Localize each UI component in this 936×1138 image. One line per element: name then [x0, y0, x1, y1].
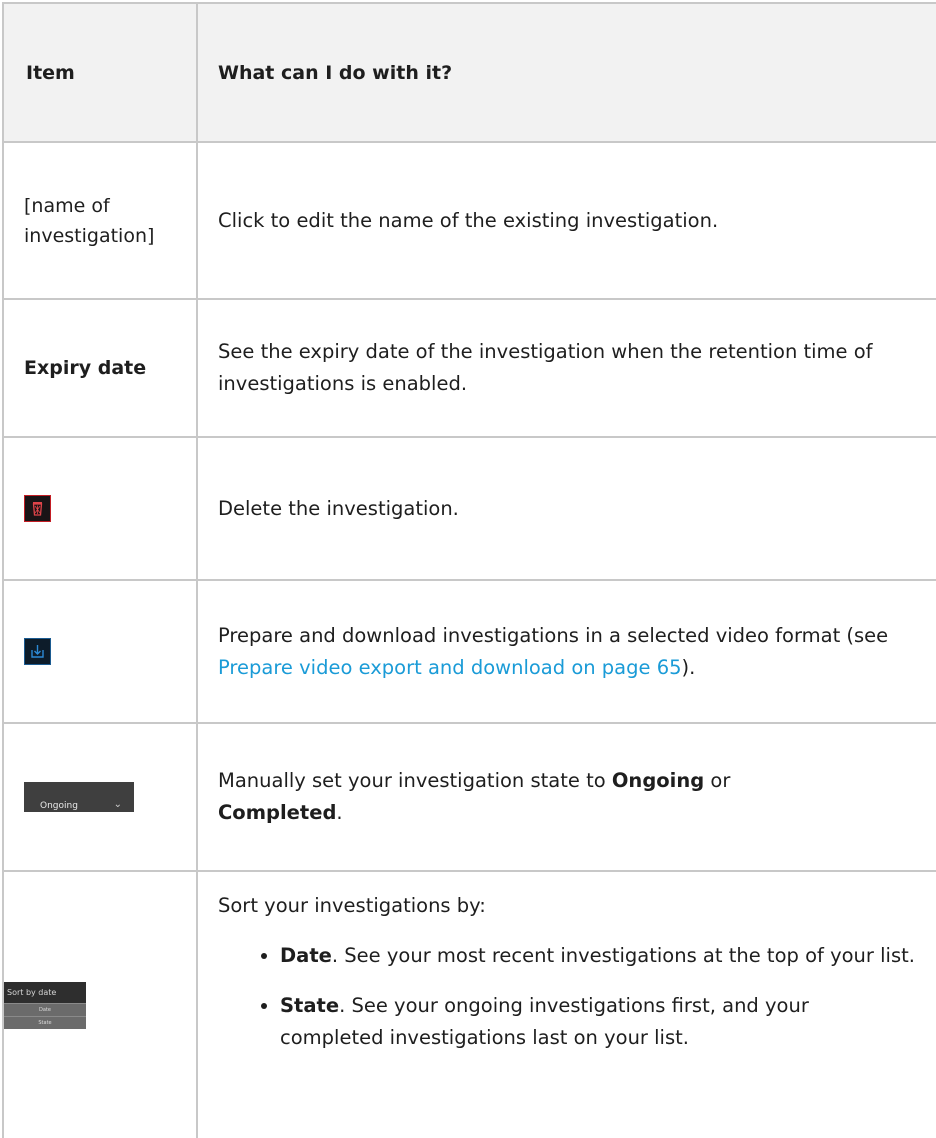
table-row: Expiry date See the expiry date of the i…	[2, 298, 936, 438]
column-header-description-label: What can I do with it?	[218, 61, 453, 84]
table-row: Delete the investigation.	[2, 436, 936, 581]
description-prefix: Prepare and download investigations in a…	[218, 623, 889, 647]
sort-option-date[interactable]: Date	[4, 1002, 86, 1016]
column-header-item-label: Item	[26, 61, 75, 84]
description-mid: or	[704, 769, 731, 792]
description-text: Click to edit the name of the existing i…	[218, 208, 719, 232]
state-dropdown-label: Ongoing	[40, 801, 78, 811]
description-text: Delete the investigation.	[218, 496, 459, 520]
table-row: Prepare and download investigations in a…	[2, 579, 936, 724]
table-cell-description: Sort your investigations by: Date. See y…	[196, 870, 936, 1138]
description-text: Prepare and download investigations in a…	[198, 620, 936, 684]
ongoing-term: Ongoing	[611, 769, 705, 792]
list-item: State. See your ongoing investigations f…	[280, 990, 916, 1054]
table-cell-description: Manually set your investigation state to…	[196, 722, 936, 872]
sort-dropdown[interactable]: Sort by date Date State	[4, 981, 86, 1029]
sort-intro-text: Sort your investigations by:	[218, 894, 486, 917]
column-header-item: Item	[2, 2, 198, 143]
table-row: Ongoing ⌄ Manually set your investigatio…	[2, 722, 936, 872]
description-suffix: .	[336, 801, 343, 824]
table-cell-item: Expiry date	[2, 298, 198, 438]
sort-options-list: Date. See your most recent investigation…	[218, 940, 916, 1054]
table-cell-item	[2, 436, 198, 581]
sort-dropdown-label: Sort by date	[4, 981, 86, 1003]
table-cell-description: See the expiry date of the investigation…	[196, 298, 936, 438]
description-text: Sort your investigations by: Date. See y…	[198, 872, 936, 1054]
download-icon-glyph	[31, 645, 44, 658]
description-prefix: Manually set your investigation state to	[218, 769, 612, 792]
table-cell-description: Click to edit the name of the existing i…	[196, 141, 936, 300]
table-cell-item	[2, 579, 198, 724]
download-icon[interactable]	[24, 638, 51, 665]
table-cell-description: Prepare and download investigations in a…	[196, 579, 936, 724]
table-cell-item: [name of investigation]	[2, 141, 198, 300]
sort-option-state[interactable]: State	[4, 1015, 86, 1029]
table-cell-item: Sort by date Date State	[2, 870, 198, 1138]
bullet-text: . See your most recent investigations at…	[331, 944, 915, 967]
item-name-text: Expiry date	[24, 357, 147, 379]
table-row: [name of investigation] Click to edit th…	[2, 141, 936, 300]
bullet-term: Date	[280, 944, 332, 967]
prepare-video-export-link[interactable]: Prepare video export and download on pag…	[218, 656, 682, 679]
investigation-items-table: Item What can I do with it? [name of inv…	[2, 2, 936, 1138]
trash-icon[interactable]	[24, 495, 51, 522]
table-cell-item: Ongoing ⌄	[2, 722, 198, 872]
table-cell-description: Delete the investigation.	[196, 436, 936, 581]
table-header-row: Item What can I do with it?	[2, 2, 936, 143]
bullet-term: State	[280, 994, 340, 1017]
description-text: Manually set your investigation state to…	[198, 765, 936, 829]
chevron-down-icon: ⌄	[113, 799, 122, 810]
description-text: See the expiry date of the investigation…	[218, 340, 873, 395]
list-item: Date. See your most recent investigation…	[280, 940, 916, 972]
trash-icon-glyph	[32, 502, 43, 516]
column-header-description: What can I do with it?	[196, 2, 936, 143]
table-row: Sort by date Date State Sort your invest…	[2, 870, 936, 1138]
completed-term: Completed	[218, 801, 337, 824]
item-name-text: [name of investigation]	[24, 194, 155, 247]
investigation-state-dropdown[interactable]: Ongoing ⌄	[24, 782, 134, 812]
bullet-text: . See your ongoing investigations first,…	[280, 994, 809, 1049]
description-suffix: ).	[681, 655, 696, 679]
